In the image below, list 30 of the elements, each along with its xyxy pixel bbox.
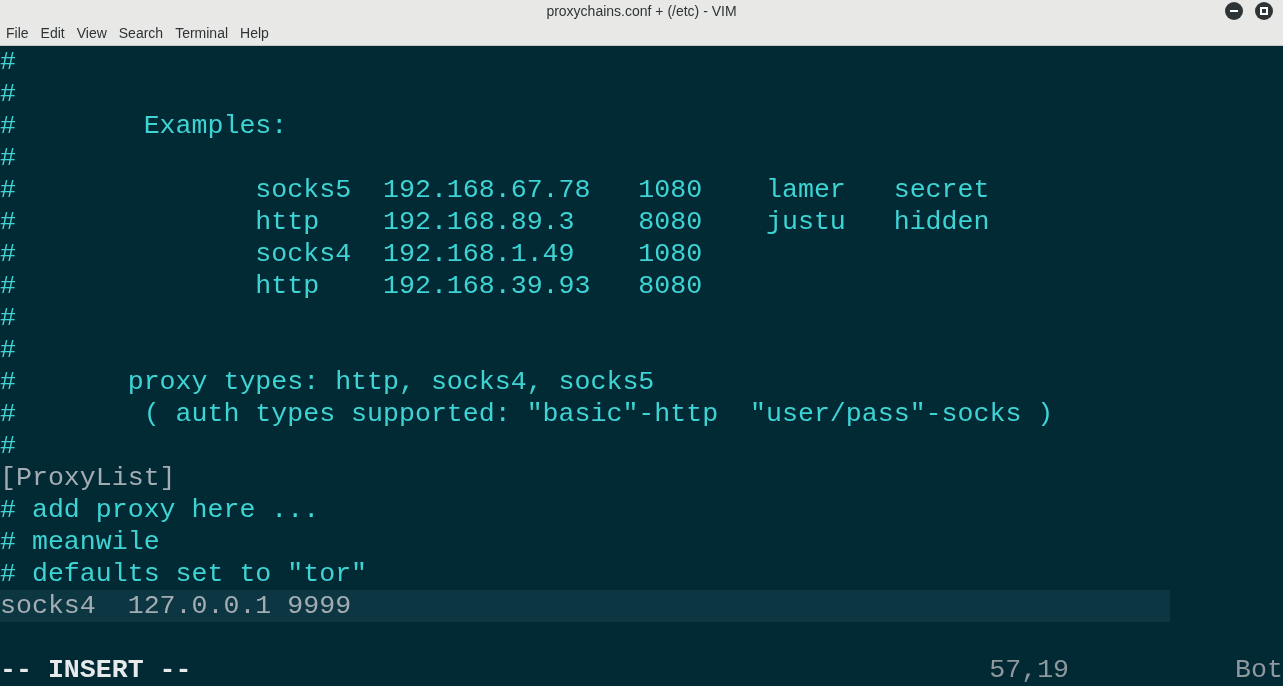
comment-line: # bbox=[0, 303, 16, 333]
comment-line: # ( auth types supported: "basic"-http "user/pass"-socks ) bbox=[0, 399, 1054, 429]
menu-item[interactable]: File bbox=[2, 23, 33, 45]
cursor-position: 57,19 bbox=[989, 654, 1071, 686]
comment-line: # proxy types: http, socks4, socks5 bbox=[0, 367, 655, 397]
window-title: proxychains.conf + (/etc) - VIM bbox=[546, 1, 737, 21]
minimize-button[interactable] bbox=[1225, 2, 1243, 20]
comment-line: # http 192.168.89.3 8080 justu hidden bbox=[0, 207, 990, 237]
maximize-button[interactable] bbox=[1255, 2, 1273, 20]
comment-line: # socks5 192.168.67.78 1080 lamer secret bbox=[0, 175, 990, 205]
menu-item[interactable]: Terminal bbox=[171, 23, 233, 45]
scroll-position: Bot bbox=[1235, 654, 1283, 686]
mode-indicator: -- INSERT -- bbox=[0, 654, 193, 686]
comment-line: # bbox=[0, 143, 16, 173]
code-line: [ProxyList] bbox=[0, 463, 176, 493]
menu-item[interactable]: Help bbox=[236, 23, 273, 45]
menu-item[interactable]: View bbox=[72, 23, 111, 45]
comment-line: # bbox=[0, 79, 16, 109]
menu-item[interactable]: Search bbox=[114, 23, 168, 45]
comment-line: # add proxy here ... bbox=[0, 495, 320, 525]
comment-line: # bbox=[0, 47, 16, 77]
comment-line: # Examples: bbox=[0, 111, 288, 141]
menu-item[interactable]: Edit bbox=[36, 23, 69, 45]
comment-line: # socks4 192.168.1.49 1080 bbox=[0, 239, 703, 269]
comment-line: # bbox=[0, 431, 16, 461]
comment-line: # bbox=[0, 335, 16, 365]
code-line: socks4 127.0.0.1 9999 bbox=[0, 591, 352, 621]
comment-line: # http 192.168.39.93 8080 bbox=[0, 271, 703, 301]
comment-line: # defaults set to "tor" bbox=[0, 559, 368, 589]
comment-line: # meanwile bbox=[0, 527, 160, 557]
